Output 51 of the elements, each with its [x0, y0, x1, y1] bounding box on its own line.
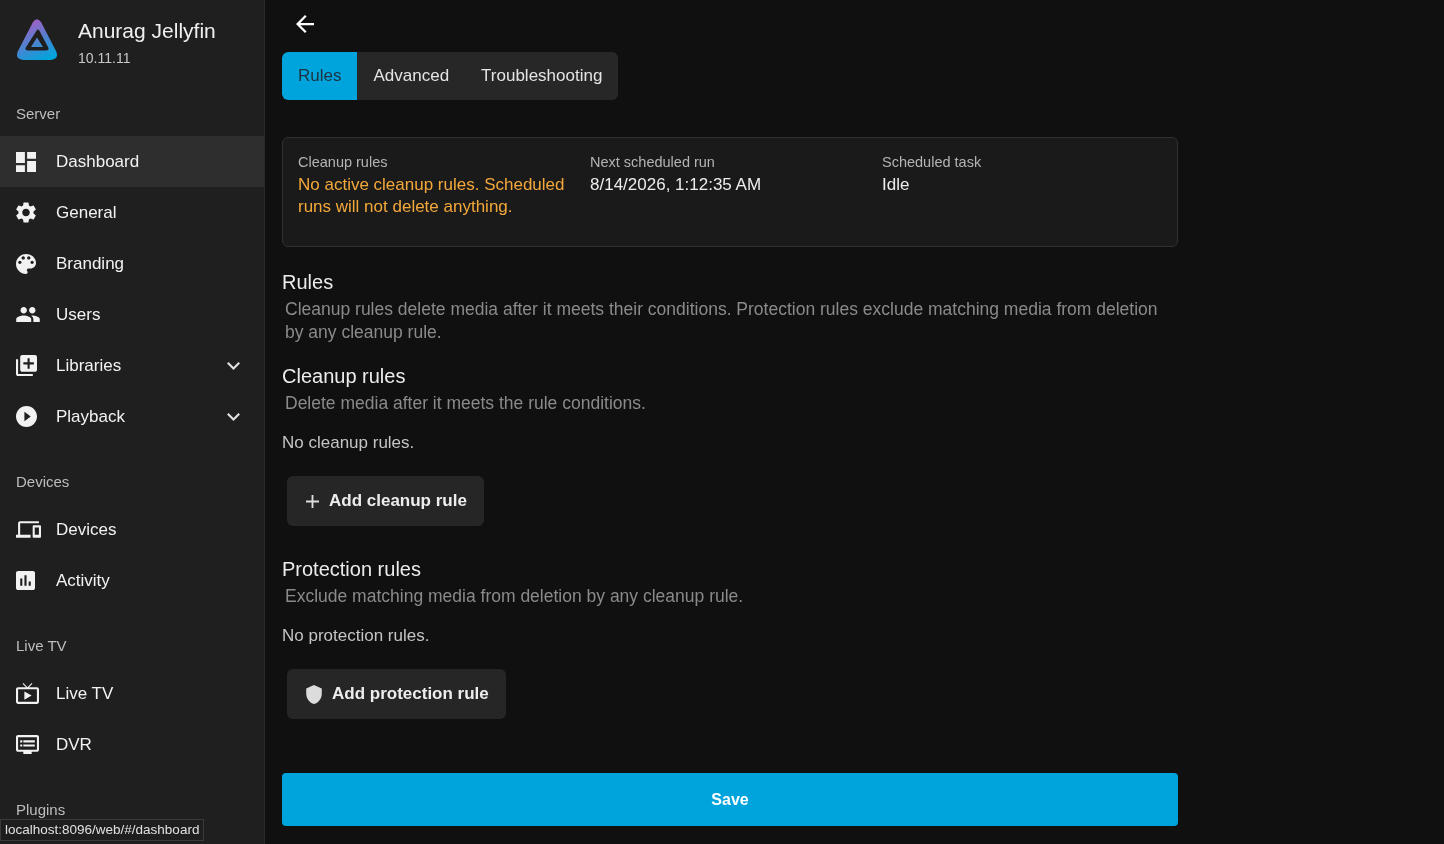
- monitor-list-icon: [16, 735, 39, 754]
- status-url-tooltip: localhost:8096/web/#/dashboard: [0, 819, 205, 841]
- section-title: Protection rules: [282, 557, 421, 582]
- summary-label: Next scheduled run: [590, 153, 715, 171]
- add-rule-button[interactable]: Add protection rule: [287, 669, 506, 719]
- section-heading: Live TV: [16, 637, 67, 654]
- shield-icon: [306, 684, 322, 704]
- sidebar-item[interactable]: Branding: [0, 238, 264, 289]
- palette-icon: [16, 253, 36, 274]
- add-rule-button[interactable]: Add cleanup rule: [287, 476, 484, 526]
- tab[interactable]: Troubleshooting: [465, 52, 619, 100]
- summary-label: Cleanup rules: [298, 153, 388, 171]
- chevron-down-icon[interactable]: [227, 361, 240, 370]
- empty-state-text: No protection rules.: [282, 625, 430, 647]
- plus-icon: [306, 494, 319, 508]
- back-icon[interactable]: [296, 15, 314, 33]
- tv-icon: [16, 683, 39, 704]
- section-description: Delete media after it meets the rule conditions.: [284, 392, 646, 415]
- section-heading: Server: [16, 105, 61, 122]
- sidebar-item[interactable]: Dashboard: [0, 136, 264, 187]
- chevron-down-icon[interactable]: [227, 412, 240, 421]
- tab[interactable]: Advanced: [357, 52, 466, 100]
- section-heading: Plugins: [16, 801, 66, 818]
- section-heading: Devices: [16, 473, 70, 490]
- app-title: Anurag Jellyfin: [78, 19, 216, 43]
- section-title: Cleanup rules: [282, 364, 406, 389]
- devices-icon: [16, 521, 41, 538]
- section-description: Cleanup rules delete media after it meets their conditions. Protection rules exclude matching media from deletion by any cleanup rule.: [284, 298, 1159, 344]
- dashboard-icon: [16, 151, 36, 172]
- people-icon: [16, 307, 40, 322]
- library-add-icon: [16, 355, 37, 376]
- warning-text: No active cleanup rules. Scheduled runs will not delete anything.: [298, 174, 566, 218]
- summary-value: 8/14/2026, 1:12:35 AM: [590, 174, 762, 196]
- tab[interactable]: Rules: [282, 52, 358, 100]
- version-text: 10.11.11: [78, 50, 132, 66]
- sidebar-item[interactable]: General: [0, 187, 264, 238]
- section-description: Exclude matching media from deletion by any cleanup rule.: [284, 585, 744, 608]
- sidebar-item[interactable]: Libraries: [0, 340, 264, 391]
- sidebar-item[interactable]: Users: [0, 289, 264, 340]
- settings-icon: [16, 202, 36, 223]
- sidebar-item[interactable]: Devices: [0, 504, 264, 555]
- sidebar-item[interactable]: Activity: [0, 555, 264, 606]
- bar-chart-icon: [16, 571, 35, 590]
- summary-value: Idle: [882, 174, 910, 196]
- sidebar-item[interactable]: Live TV: [0, 668, 264, 719]
- empty-state-text: No cleanup rules.: [282, 432, 415, 454]
- sidebar-item[interactable]: Playback: [0, 391, 264, 442]
- summary-label: Scheduled task: [882, 153, 982, 171]
- sidebar-item[interactable]: DVR: [0, 719, 264, 770]
- section-title: Rules: [282, 270, 334, 295]
- triangle-logo-icon: [16, 18, 58, 62]
